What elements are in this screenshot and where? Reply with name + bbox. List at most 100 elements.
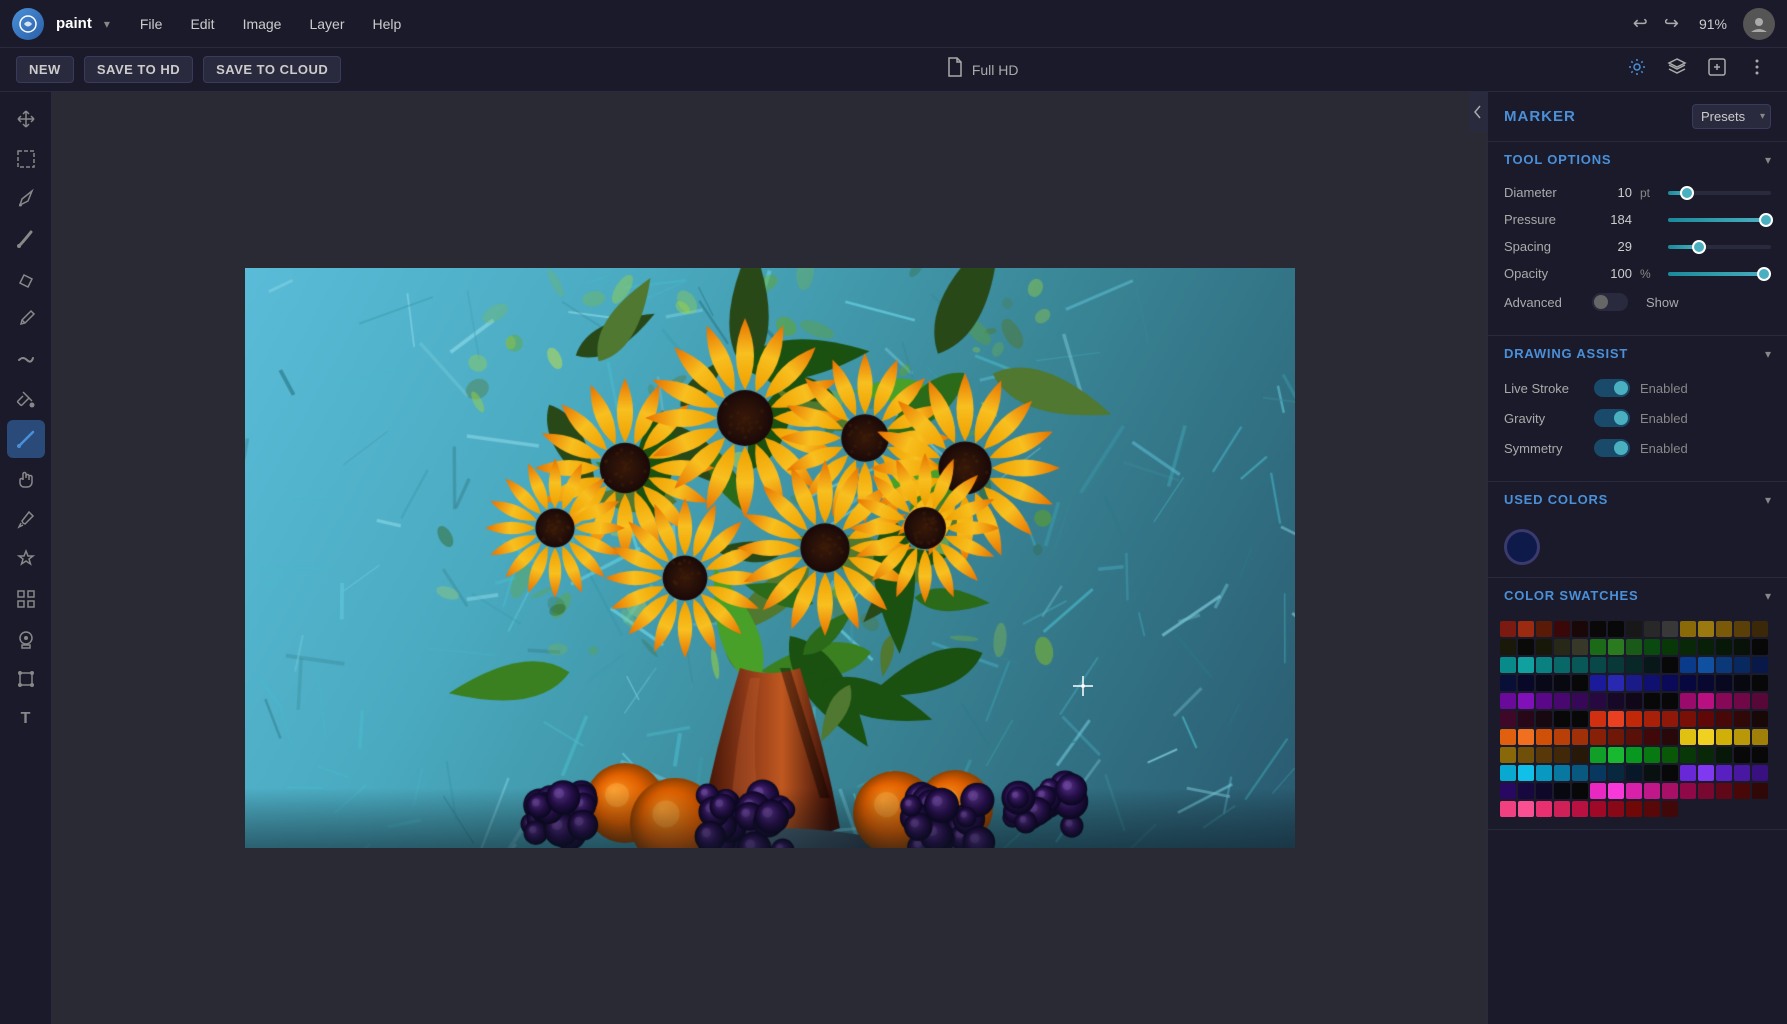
eraser-tool-btn[interactable] — [7, 260, 45, 298]
color-swatch-79[interactable] — [1572, 711, 1588, 727]
export-icon[interactable] — [1703, 53, 1731, 86]
fill-tool-btn[interactable] — [7, 380, 45, 418]
menu-file[interactable]: File — [130, 12, 173, 36]
color-swatch-61[interactable] — [1518, 693, 1534, 709]
color-swatch-136[interactable] — [1518, 783, 1534, 799]
color-swatch-113[interactable] — [1644, 747, 1660, 763]
painting-canvas[interactable] — [245, 268, 1295, 848]
color-swatch-116[interactable] — [1698, 747, 1714, 763]
color-swatch-10[interactable] — [1680, 621, 1696, 637]
color-swatch-96[interactable] — [1608, 729, 1624, 745]
color-swatch-67[interactable] — [1626, 693, 1642, 709]
color-swatch-112[interactable] — [1626, 747, 1642, 763]
color-swatch-89[interactable] — [1752, 711, 1768, 727]
color-swatch-125[interactable] — [1590, 765, 1606, 781]
color-swatch-84[interactable] — [1662, 711, 1678, 727]
color-swatch-85[interactable] — [1680, 711, 1696, 727]
color-swatch-40[interactable] — [1680, 657, 1696, 673]
presets-select[interactable]: Presets — [1692, 104, 1771, 129]
color-swatch-110[interactable] — [1590, 747, 1606, 763]
color-swatch-152[interactable] — [1536, 801, 1552, 817]
color-swatch-2[interactable] — [1536, 621, 1552, 637]
color-swatch-128[interactable] — [1644, 765, 1660, 781]
color-swatch-0[interactable] — [1500, 621, 1516, 637]
color-swatch-66[interactable] — [1608, 693, 1624, 709]
color-swatch-83[interactable] — [1644, 711, 1660, 727]
menu-layer[interactable]: Layer — [299, 12, 354, 36]
color-swatch-14[interactable] — [1752, 621, 1768, 637]
color-swatch-73[interactable] — [1734, 693, 1750, 709]
color-swatch-145[interactable] — [1680, 783, 1696, 799]
color-swatch-134[interactable] — [1752, 765, 1768, 781]
color-swatch-151[interactable] — [1518, 801, 1534, 817]
color-swatch-75[interactable] — [1500, 711, 1516, 727]
color-swatch-49[interactable] — [1572, 675, 1588, 691]
transform-tool-btn[interactable] — [7, 660, 45, 698]
drawing-assist-header[interactable]: DRAWING ASSIST ▾ — [1488, 336, 1787, 371]
color-swatch-158[interactable] — [1644, 801, 1660, 817]
color-swatch-95[interactable] — [1590, 729, 1606, 745]
color-swatch-130[interactable] — [1680, 765, 1696, 781]
color-swatch-132[interactable] — [1716, 765, 1732, 781]
hand-tool-btn[interactable] — [7, 460, 45, 498]
color-swatch-127[interactable] — [1626, 765, 1642, 781]
color-swatch-27[interactable] — [1716, 639, 1732, 655]
color-swatch-104[interactable] — [1752, 729, 1768, 745]
pencil-tool-btn[interactable] — [7, 300, 45, 338]
color-swatch-93[interactable] — [1554, 729, 1570, 745]
color-swatch-52[interactable] — [1626, 675, 1642, 691]
user-avatar[interactable] — [1743, 8, 1775, 40]
color-swatch-18[interactable] — [1554, 639, 1570, 655]
color-swatch-9[interactable] — [1662, 621, 1678, 637]
color-swatch-37[interactable] — [1626, 657, 1642, 673]
undo-button[interactable]: ↩ — [1629, 9, 1652, 38]
color-swatch-34[interactable] — [1572, 657, 1588, 673]
color-swatch-16[interactable] — [1518, 639, 1534, 655]
color-swatch-80[interactable] — [1590, 711, 1606, 727]
color-swatch-35[interactable] — [1590, 657, 1606, 673]
color-swatch-143[interactable] — [1644, 783, 1660, 799]
color-swatch-72[interactable] — [1716, 693, 1732, 709]
color-swatch-6[interactable] — [1608, 621, 1624, 637]
color-swatch-43[interactable] — [1734, 657, 1750, 673]
color-swatch-51[interactable] — [1608, 675, 1624, 691]
color-swatch-12[interactable] — [1716, 621, 1732, 637]
color-swatch-70[interactable] — [1680, 693, 1696, 709]
color-swatch-33[interactable] — [1554, 657, 1570, 673]
color-swatch-154[interactable] — [1572, 801, 1588, 817]
gravity-toggle[interactable] — [1594, 409, 1630, 427]
color-swatch-91[interactable] — [1518, 729, 1534, 745]
brush-tool-btn[interactable] — [7, 220, 45, 258]
color-swatch-20[interactable] — [1590, 639, 1606, 655]
color-swatch-56[interactable] — [1698, 675, 1714, 691]
color-swatch-107[interactable] — [1536, 747, 1552, 763]
color-swatch-102[interactable] — [1716, 729, 1732, 745]
more-settings-icon[interactable] — [1743, 53, 1771, 86]
color-swatch-147[interactable] — [1716, 783, 1732, 799]
color-swatch-140[interactable] — [1590, 783, 1606, 799]
color-swatch-65[interactable] — [1590, 693, 1606, 709]
color-swatch-54[interactable] — [1662, 675, 1678, 691]
color-swatch-77[interactable] — [1536, 711, 1552, 727]
color-swatch-120[interactable] — [1500, 765, 1516, 781]
color-swatch-135[interactable] — [1500, 783, 1516, 799]
app-logo[interactable] — [12, 8, 44, 40]
color-swatch-78[interactable] — [1554, 711, 1570, 727]
color-swatch-26[interactable] — [1698, 639, 1714, 655]
tool-options-header[interactable]: TOOL OPTIONS ▾ — [1488, 142, 1787, 177]
color-swatch-124[interactable] — [1572, 765, 1588, 781]
color-swatch-108[interactable] — [1554, 747, 1570, 763]
live-stroke-toggle[interactable] — [1594, 379, 1630, 397]
spacing-slider[interactable] — [1668, 245, 1771, 249]
color-swatch-48[interactable] — [1554, 675, 1570, 691]
color-swatch-7[interactable] — [1626, 621, 1642, 637]
redo-button[interactable]: ↪ — [1660, 9, 1683, 38]
color-swatch-17[interactable] — [1536, 639, 1552, 655]
grid-tool-btn[interactable] — [7, 580, 45, 618]
color-swatch-42[interactable] — [1716, 657, 1732, 673]
used-colors-header[interactable]: USED COLORS ▾ — [1488, 482, 1787, 517]
color-swatch-142[interactable] — [1626, 783, 1642, 799]
stamp-tool-btn[interactable] — [7, 620, 45, 658]
color-swatch-50[interactable] — [1590, 675, 1606, 691]
menu-image[interactable]: Image — [233, 12, 292, 36]
